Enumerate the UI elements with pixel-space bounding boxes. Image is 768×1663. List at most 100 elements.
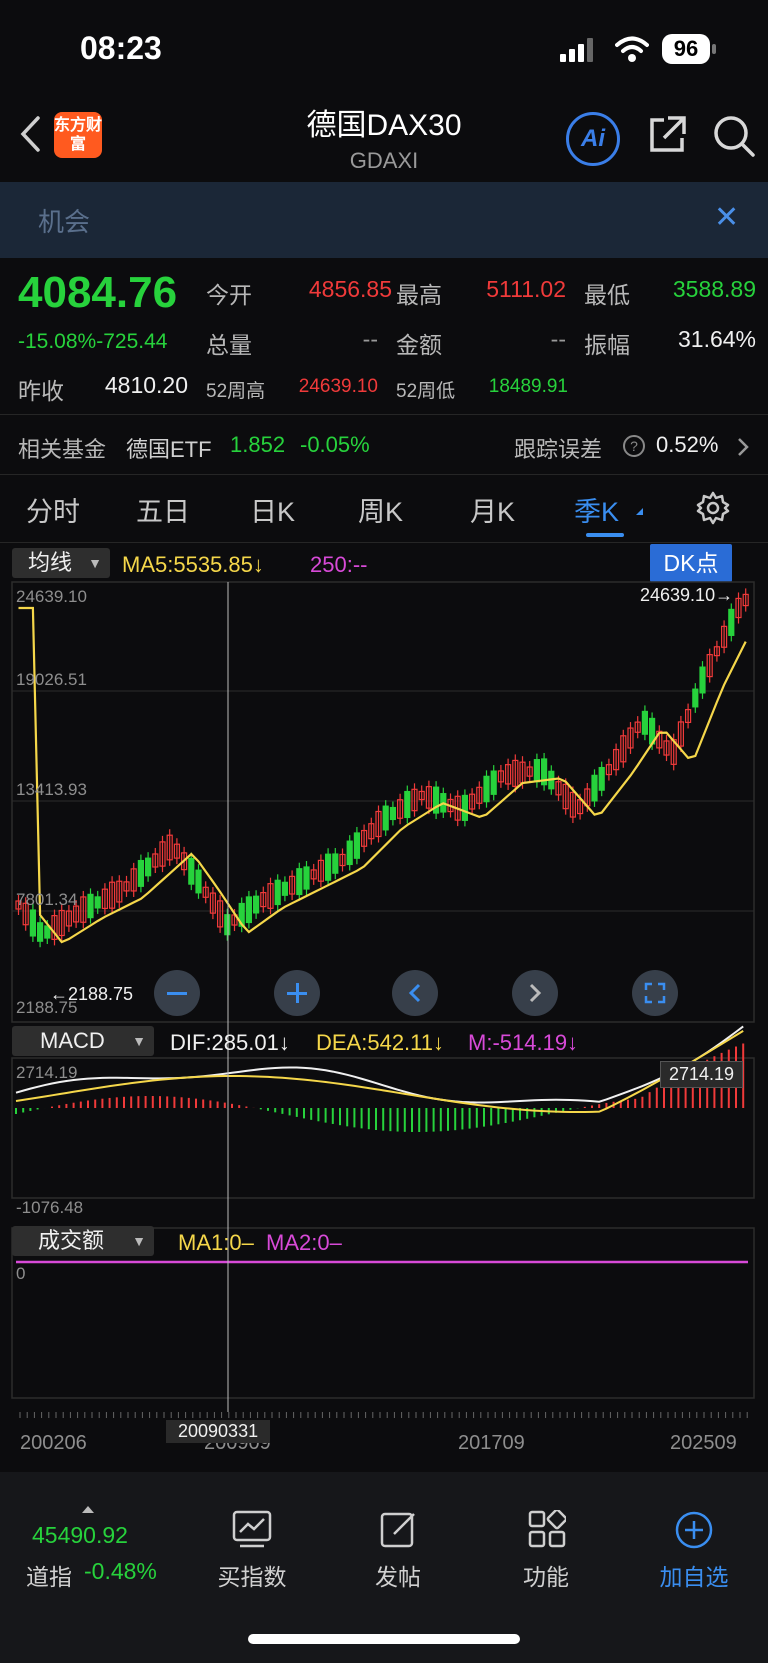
ma-selector[interactable]: 均线 ▼ <box>12 548 110 578</box>
scroll-left-button[interactable] <box>392 970 438 1016</box>
candlestick <box>490 765 497 801</box>
tab-intraday[interactable]: 分时 <box>26 490 80 529</box>
tab-weekly-k[interactable]: 周K <box>358 490 403 529</box>
fullscreen-button[interactable] <box>632 970 678 1016</box>
candlestick <box>325 848 332 887</box>
candlestick <box>188 852 195 891</box>
tab-monthly-k[interactable]: 月K <box>470 490 515 529</box>
battery-cap <box>712 44 716 54</box>
tab-daily-k[interactable]: 日K <box>250 490 295 529</box>
candlestick <box>217 894 224 933</box>
ai-assistant-button[interactable]: Ai <box>566 112 620 166</box>
macd-y-top: 2714.19 <box>16 1063 78 1082</box>
candlestick <box>397 793 404 825</box>
candlestick <box>684 703 692 729</box>
candlestick <box>728 603 735 642</box>
candlestick <box>720 620 728 654</box>
dow-index-name[interactable]: 道指 <box>26 1558 72 1592</box>
expand-up-icon[interactable] <box>82 1506 94 1513</box>
turnover-selector[interactable]: 成交额 ▼ <box>12 1226 154 1256</box>
dk-point-button[interactable]: DK点 <box>650 544 732 582</box>
candlestick <box>224 908 231 941</box>
help-icon[interactable]: ? <box>622 434 646 458</box>
amount-label: 金额 <box>396 332 442 358</box>
low-label: 最低 <box>584 282 630 308</box>
prev-close-label: 昨收 <box>18 378 64 404</box>
cellular-signal-icon <box>560 38 593 62</box>
status-time: 08:23 <box>80 30 162 66</box>
buy-index-chart-icon[interactable] <box>232 1510 272 1548</box>
x-label-3: 201709 <box>458 1432 525 1454</box>
week52-high-value: 24639.10 <box>298 376 378 397</box>
active-tab-underline <box>586 533 624 537</box>
candlestick <box>605 758 613 781</box>
y-label-2: 19026.51 <box>16 670 87 689</box>
zoom-out-button[interactable] <box>154 970 200 1016</box>
tab-quarterly-k[interactable]: 季K <box>574 490 619 529</box>
post-button[interactable]: 发帖 <box>338 1558 458 1592</box>
candlestick <box>411 783 418 817</box>
candlestick <box>332 848 339 880</box>
y-label-top: 24639.10 <box>16 587 87 606</box>
volume-label: 总量 <box>206 332 252 358</box>
candlestick <box>735 592 742 624</box>
divider <box>0 474 768 475</box>
functions-grid-icon[interactable] <box>528 1510 566 1548</box>
chevron-left-icon <box>408 983 421 1003</box>
open-value: 4856.85 <box>308 276 392 302</box>
candlestick <box>289 870 296 901</box>
candlestick <box>101 883 109 915</box>
functions-button[interactable]: 功能 <box>486 1558 606 1592</box>
expand-icon <box>644 982 666 1004</box>
zoom-in-button[interactable] <box>274 970 320 1016</box>
x-label-4: 202509 <box>670 1432 737 1454</box>
macd-m: M:-514.19↓ <box>468 1030 579 1055</box>
candlestick <box>202 881 209 904</box>
fund-label: 相关基金 <box>18 437 107 462</box>
add-watchlist-icon[interactable] <box>674 1510 714 1550</box>
candlestick <box>123 875 130 897</box>
week52-low-label: 52周低 <box>396 381 456 402</box>
buy-index-button[interactable]: 买指数 <box>192 1558 312 1592</box>
candlestick <box>253 890 260 919</box>
tab-five-day[interactable]: 五日 <box>136 490 190 529</box>
ma5-line <box>18 606 747 944</box>
share-icon[interactable] <box>646 114 688 156</box>
macd-selector[interactable]: MACD ▼ <box>12 1026 154 1056</box>
svg-text:?: ? <box>630 438 638 454</box>
fund-change: -0.05% <box>300 432 370 457</box>
settings-gear-icon[interactable] <box>696 491 730 525</box>
candlestick <box>58 904 65 942</box>
amplitude-label: 振幅 <box>584 332 630 358</box>
candlestick <box>382 800 389 836</box>
minus-icon <box>167 992 187 995</box>
candlestick <box>166 829 173 866</box>
chevron-right-icon <box>529 983 542 1003</box>
scroll-right-button[interactable] <box>512 970 558 1016</box>
candlestick <box>339 848 346 872</box>
close-icon[interactable]: ✕ <box>714 200 739 235</box>
candlestick <box>375 805 382 843</box>
dow-index-price[interactable]: 45490.92 <box>32 1522 128 1549</box>
divider <box>0 414 768 415</box>
dow-index-change[interactable]: -0.48% <box>84 1558 157 1585</box>
add-watchlist-button[interactable]: 加自选 <box>634 1558 754 1592</box>
candlestick <box>145 852 152 882</box>
turnover-selector-label: 成交额 <box>38 1228 105 1253</box>
dk-button-label: DK点 <box>663 550 719 576</box>
candlestick <box>51 909 58 946</box>
candlestick <box>418 785 425 806</box>
compose-post-icon[interactable] <box>380 1510 418 1548</box>
search-icon[interactable] <box>712 114 756 158</box>
week52-low-value: 18489.91 <box>488 376 568 397</box>
dropdown-caret-icon: ▼ <box>132 1033 146 1049</box>
candlestick <box>692 683 699 713</box>
tracking-error-value: 0.52% <box>656 432 719 457</box>
opportunity-banner[interactable]: 机会 ✕ <box>0 182 768 258</box>
candlestick <box>389 801 396 826</box>
candlestick <box>713 640 721 662</box>
candlestick <box>612 743 620 776</box>
crosshair-date-label: 20090331 <box>166 1420 271 1443</box>
candlestick <box>656 725 663 754</box>
candlestick <box>195 864 202 899</box>
